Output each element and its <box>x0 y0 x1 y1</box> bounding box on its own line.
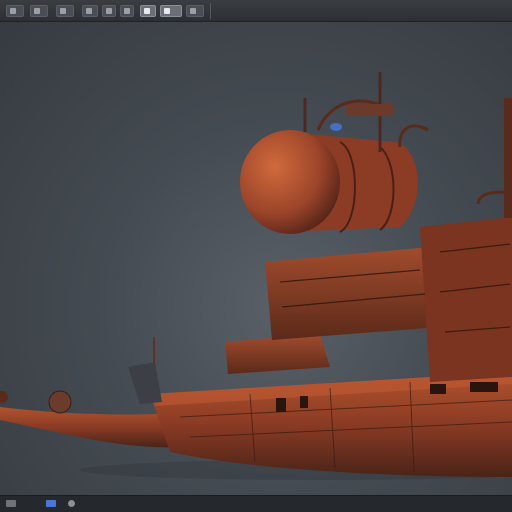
render-glyph <box>124 8 130 14</box>
menu-glyph <box>10 8 16 14</box>
top-toolbar <box>0 0 512 22</box>
front-tip <box>0 391 8 403</box>
settings-icon[interactable] <box>186 5 204 17</box>
settings-glyph <box>190 8 196 14</box>
light-icon[interactable] <box>160 5 182 17</box>
mid-deck <box>265 247 440 340</box>
airship-render <box>0 72 512 480</box>
smokestack <box>504 98 512 218</box>
move-glyph <box>60 8 66 14</box>
rotate-icon[interactable] <box>82 5 98 17</box>
select-icon[interactable] <box>30 5 48 17</box>
move-icon[interactable] <box>56 5 74 17</box>
bottom-statusbar <box>0 495 512 512</box>
editor-app <box>0 0 512 512</box>
camera-icon[interactable] <box>140 5 156 17</box>
object-icon[interactable] <box>6 500 16 507</box>
bow-hull <box>0 407 180 448</box>
rotate-glyph <box>86 8 92 14</box>
bow-orb <box>48 390 72 414</box>
blue-light <box>330 123 342 131</box>
camera-glyph <box>144 8 150 14</box>
search-icon[interactable] <box>68 500 75 507</box>
front-deck <box>225 334 330 374</box>
render-icon[interactable] <box>120 5 134 17</box>
scale-icon[interactable] <box>102 5 116 17</box>
layers-icon[interactable] <box>46 500 56 507</box>
light-glyph <box>164 8 170 14</box>
rear-tower <box>420 217 512 382</box>
3d-viewport[interactable] <box>0 22 512 495</box>
tank-cap <box>240 130 340 234</box>
bow-fin <box>128 362 162 404</box>
menu-icon[interactable] <box>6 5 24 17</box>
mast-fixture <box>346 104 394 116</box>
scale-glyph <box>106 8 112 14</box>
toolbar-separator <box>210 3 223 19</box>
select-glyph <box>34 8 40 14</box>
